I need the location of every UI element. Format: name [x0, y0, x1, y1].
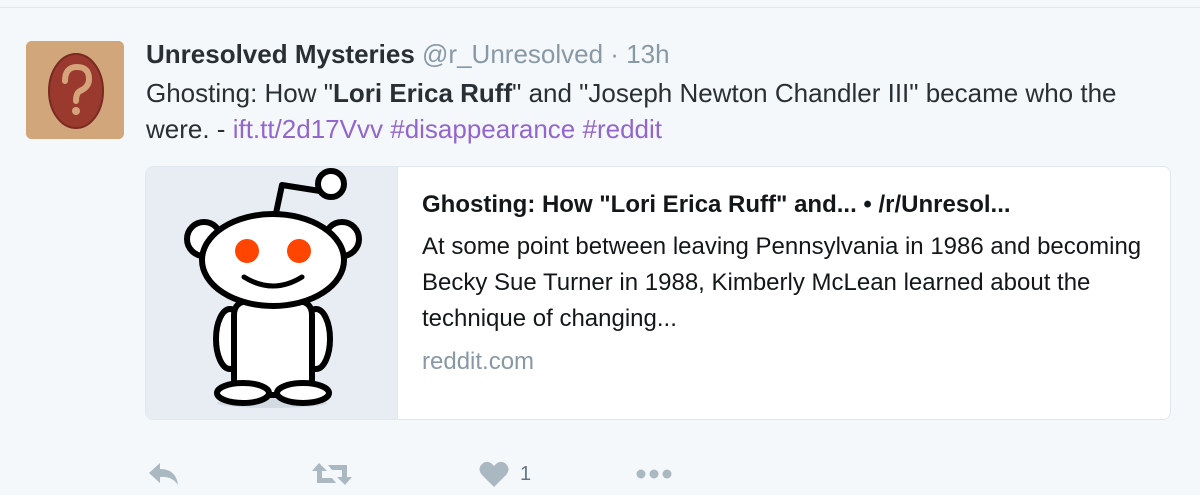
- timestamp[interactable]: 13h: [626, 39, 669, 69]
- card-description: At some point between leaving Pennsylvan…: [422, 233, 1142, 332]
- question-mark-avatar-icon: [26, 41, 124, 139]
- card-body: Ghosting: How "Lori Erica Ruff" and... •…: [422, 189, 1152, 379]
- tweet-text: Ghosting: How "Lori Erica Ruff" and "Jos…: [146, 75, 1156, 147]
- tweet-actions: 1: [146, 455, 746, 493]
- reply-button[interactable]: [146, 455, 182, 493]
- more-icon: [636, 469, 672, 479]
- hashtag-reddit[interactable]: #reddit: [583, 114, 663, 144]
- like-button[interactable]: 1: [478, 455, 531, 493]
- retweet-icon: [312, 463, 352, 485]
- link-preview-card[interactable]: Ghosting: How "Lori Erica Ruff" and... •…: [145, 166, 1171, 420]
- reply-icon: [149, 463, 178, 485]
- tweet-text-bold: Lori Erica Ruff: [332, 78, 513, 108]
- tweet-link[interactable]: ift.tt/2d17Vvv: [233, 114, 383, 144]
- more-button[interactable]: [634, 455, 674, 493]
- heart-icon: [479, 461, 509, 487]
- hashtag-disappearance[interactable]: #disappearance: [390, 114, 575, 144]
- reddit-alien-icon: [184, 168, 362, 408]
- tweet-header: Unresolved Mysteries @r_Unresolved · 13h: [146, 38, 670, 70]
- separator: ·: [610, 39, 619, 69]
- card-image: [146, 167, 398, 419]
- tweet: Unresolved Mysteries @r_Unresolved · 13h…: [0, 7, 1200, 495]
- like-count: 1: [520, 462, 532, 485]
- card-title[interactable]: Ghosting: How "Lori Erica Ruff" and... •…: [422, 189, 1152, 221]
- tweet-text-prefix: Ghosting: How ": [146, 78, 333, 108]
- retweet-button[interactable]: [310, 455, 354, 493]
- avatar[interactable]: [26, 41, 124, 139]
- card-domain: reddit.com: [422, 348, 535, 375]
- fullname[interactable]: Unresolved Mysteries: [146, 39, 415, 69]
- username[interactable]: @r_Unresolved: [422, 39, 603, 69]
